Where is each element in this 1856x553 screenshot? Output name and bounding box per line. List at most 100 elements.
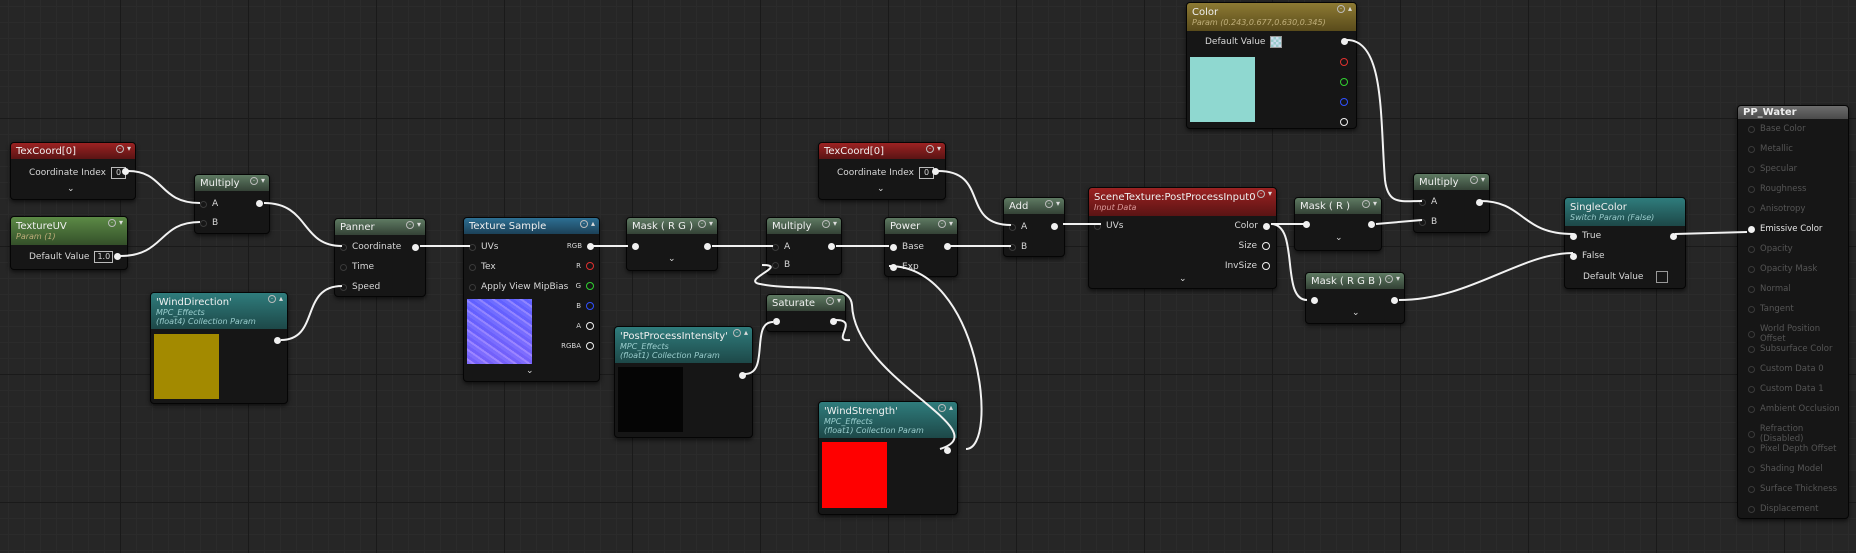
pin-connector[interactable] [586, 322, 594, 330]
material-input-pin[interactable]: Ambient Occlusion [1748, 404, 1840, 414]
pin-connector[interactable] [1419, 198, 1426, 206]
chevron-down-icon[interactable]: ▾ [1481, 176, 1485, 184]
expand-chevron-icon[interactable]: ⌄ [526, 366, 534, 376]
input-pin-a[interactable]: A [200, 199, 218, 209]
output-pin[interactable] [828, 243, 835, 250]
material-input-pin[interactable]: Specular [1748, 164, 1797, 174]
preview-toggle-icon[interactable]: · [1336, 5, 1345, 13]
pin-connector[interactable] [1748, 245, 1755, 253]
node-header[interactable]: Panner · ▾ [335, 219, 425, 235]
material-input-pin[interactable]: Tangent [1748, 304, 1794, 314]
true-pin[interactable]: True [1570, 231, 1601, 241]
b-output-pin[interactable]: B [576, 302, 594, 310]
pin-connector[interactable] [1748, 145, 1755, 153]
g-output-pin[interactable]: G [576, 282, 594, 290]
texcoord-node[interactable]: TexCoord[0] · ▾ Coordinate Index 0 ⌄ [818, 142, 946, 200]
tex-pin[interactable]: Tex [469, 262, 496, 272]
mask-rgb-node[interactable]: Mask ( R G B ) · ▾ ⌄ [1305, 272, 1405, 324]
chevron-down-icon[interactable]: ▾ [1396, 275, 1400, 283]
output-pin[interactable] [932, 168, 939, 175]
post-process-intensity-param-node[interactable]: 'PostProcessIntensity' MPC_Effects (float1… [614, 326, 753, 438]
time-pin[interactable]: Time [340, 262, 374, 272]
preview-toggle-icon[interactable]: · [1469, 176, 1478, 184]
node-header[interactable]: Power · ▾ [885, 218, 957, 234]
input-pin-b[interactable]: B [200, 218, 218, 228]
preview-toggle-icon[interactable]: · [821, 220, 830, 228]
pin-connector[interactable] [1748, 225, 1755, 233]
material-input-pin[interactable]: Anisotropy [1748, 204, 1805, 214]
node-header[interactable]: Multiply · ▾ [1414, 174, 1489, 190]
chevron-down-icon[interactable]: ▾ [1373, 200, 1377, 208]
chevron-down-icon[interactable]: ▾ [417, 221, 421, 229]
preview-toggle-icon[interactable]: · [1044, 200, 1053, 208]
pin-connector[interactable] [1748, 445, 1755, 453]
pin-connector[interactable] [1419, 218, 1426, 226]
input-pin-a[interactable]: A [772, 242, 790, 252]
material-input-pin[interactable]: Opacity Mask [1748, 264, 1817, 274]
add-node[interactable]: Add · ▾ A B [1003, 197, 1065, 257]
invsize-output-pin[interactable]: InvSize [1225, 261, 1270, 271]
node-header[interactable]: SingleColor Switch Param (False) [1565, 198, 1685, 226]
node-header[interactable]: Multiply · ▾ [767, 218, 841, 234]
pin-connector[interactable] [469, 263, 476, 271]
pin-connector[interactable] [1262, 242, 1270, 250]
pin-connector[interactable] [1748, 430, 1755, 438]
g-output-pin[interactable] [1340, 78, 1348, 86]
pin-connector[interactable] [469, 283, 476, 291]
chevron-up-icon[interactable]: ▴ [1348, 5, 1352, 13]
node-header[interactable]: 'WindDirection' MPC_Effects (float4) Colle… [151, 293, 287, 329]
pin-connector[interactable] [1748, 165, 1755, 173]
pin-connector[interactable] [1748, 285, 1755, 293]
pin-connector[interactable] [772, 261, 779, 269]
pin-connector[interactable] [586, 302, 594, 310]
pin-connector[interactable] [1570, 252, 1577, 260]
material-input-pin[interactable]: Refraction (Disabled) [1748, 424, 1848, 444]
input-pin[interactable] [1303, 221, 1310, 228]
expand-chevron-icon[interactable]: ⌄ [67, 184, 75, 194]
output-pin[interactable] [704, 243, 711, 250]
preview-toggle-icon[interactable]: · [107, 219, 116, 227]
color-param-node[interactable]: Color Param (0.243,0.677,0.630,0.345) · ▴ … [1186, 2, 1357, 129]
node-header[interactable]: PP_Water [1738, 106, 1848, 119]
wind-strength-param-node[interactable]: 'WindStrength' MPC_Effects (float1) Collec… [818, 401, 958, 515]
pin-connector[interactable] [1748, 265, 1755, 273]
output-pin[interactable] [944, 447, 951, 454]
a-output-pin[interactable]: A [576, 322, 594, 330]
coordinate-pin[interactable]: Coordinate [340, 242, 401, 252]
chevron-down-icon[interactable]: ▾ [261, 177, 265, 185]
material-input-pin[interactable]: Normal [1748, 284, 1791, 294]
chevron-down-icon[interactable]: ▾ [119, 219, 123, 227]
single-color-switch-node[interactable]: SingleColor Switch Param (False) True Fal… [1564, 197, 1686, 289]
node-header[interactable]: Color Param (0.243,0.677,0.630,0.345) · ▴ [1187, 3, 1356, 31]
chevron-up-icon[interactable]: ▴ [744, 329, 748, 337]
false-pin[interactable]: False [1570, 251, 1605, 261]
preview-toggle-icon[interactable]: · [825, 297, 834, 305]
preview-toggle-icon[interactable]: · [115, 145, 124, 153]
b-output-pin[interactable] [1340, 98, 1348, 106]
chevron-up-icon[interactable]: ▴ [591, 220, 595, 228]
default-value-color-picker[interactable] [1270, 36, 1283, 48]
chevron-down-icon[interactable]: ▾ [837, 297, 841, 305]
pin-connector[interactable] [200, 200, 207, 208]
pin-connector[interactable] [200, 219, 207, 227]
node-header[interactable]: TexCoord[0] · ▾ [11, 143, 135, 159]
chevron-up-icon[interactable]: ▴ [949, 404, 953, 412]
material-input-pin[interactable]: Custom Data 1 [1748, 384, 1824, 394]
pin-connector[interactable] [1262, 262, 1270, 270]
pin-connector[interactable] [340, 283, 347, 291]
material-input-pin[interactable]: Base Color [1748, 124, 1806, 134]
r-output-pin[interactable] [1340, 58, 1348, 66]
pin-connector[interactable] [1748, 185, 1755, 193]
output-pin[interactable] [739, 372, 746, 379]
material-input-pin[interactable]: Emissive Color [1748, 224, 1822, 234]
output-pin[interactable] [944, 243, 951, 250]
node-header[interactable]: Mask ( R ) · ▾ [1295, 198, 1381, 214]
power-node[interactable]: Power · ▾ Base Exp [884, 217, 958, 277]
pin-connector[interactable] [586, 282, 594, 290]
pin-connector[interactable] [587, 242, 594, 250]
material-input-pin[interactable]: Opacity [1748, 244, 1793, 254]
pin-connector[interactable] [1748, 505, 1755, 513]
pin-connector[interactable] [469, 243, 476, 251]
multiply-node[interactable]: Multiply · ▾ A B [1413, 173, 1490, 233]
expand-chevron-icon[interactable]: ⌄ [877, 184, 885, 194]
